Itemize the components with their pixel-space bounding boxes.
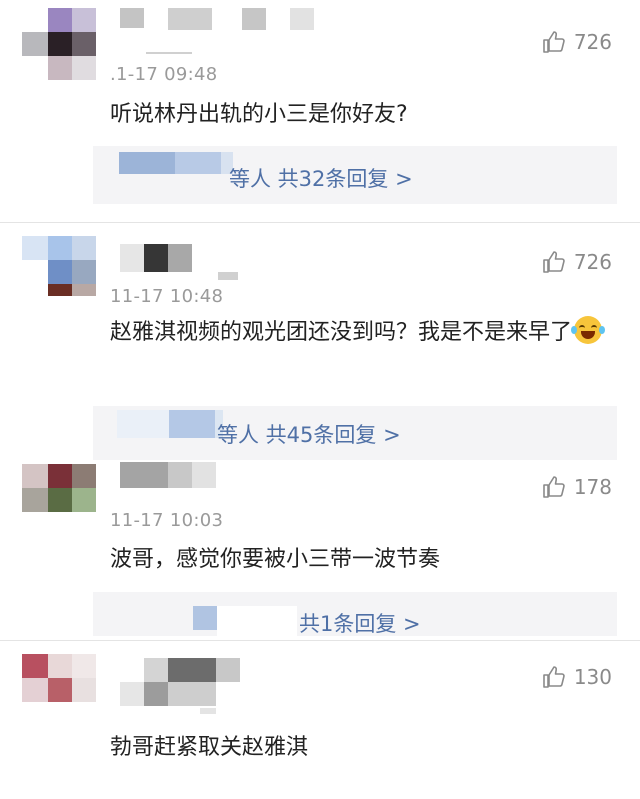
comment-text: 赵雅淇视频的观光团还没到吗？我是不是来早了 bbox=[110, 314, 615, 352]
like-button[interactable]: 726 bbox=[542, 250, 612, 274]
thumbs-up-icon bbox=[543, 476, 565, 498]
avatar[interactable] bbox=[22, 8, 96, 80]
reply-count-link[interactable]: 等人 共32条回复 > bbox=[229, 163, 413, 193]
like-count: 726 bbox=[573, 250, 612, 274]
like-button[interactable]: 726 bbox=[542, 30, 612, 54]
thumbs-up-icon bbox=[543, 666, 565, 688]
reply-box[interactable]: 等人 共45条回复 > bbox=[93, 406, 617, 460]
divider bbox=[0, 222, 640, 223]
divider bbox=[0, 640, 640, 641]
like-count: 726 bbox=[573, 30, 612, 54]
laughing-tears-emoji bbox=[571, 316, 606, 344]
comment-text-content: 赵雅淇视频的观光团还没到吗？我是不是来早了 bbox=[110, 320, 573, 345]
reply-box[interactable]: 等人 共32条回复 > bbox=[93, 146, 617, 204]
thumbs-up-icon bbox=[543, 31, 565, 53]
avatar[interactable] bbox=[22, 464, 96, 536]
reply-count-link[interactable]: 共1条回复 > bbox=[299, 608, 421, 638]
reply-count-link[interactable]: 等人 共45条回复 > bbox=[217, 419, 401, 449]
like-button[interactable]: 178 bbox=[542, 475, 612, 499]
comment-time: .1-17 09:48 bbox=[110, 64, 218, 85]
comment-text: 勃哥赶紧取关赵雅淇 bbox=[110, 735, 309, 760]
like-count: 178 bbox=[573, 475, 612, 499]
comment-time: 11-17 10:03 bbox=[110, 510, 224, 531]
comment-text: 波哥，感觉你要被小三带一波节奏 bbox=[110, 547, 441, 572]
avatar[interactable] bbox=[22, 654, 96, 726]
like-count: 130 bbox=[573, 665, 612, 689]
avatar[interactable] bbox=[22, 236, 96, 308]
reply-box[interactable]: 共1条回复 > bbox=[93, 592, 617, 636]
comment-time: 11-17 10:48 bbox=[110, 286, 224, 307]
thumbs-up-icon bbox=[543, 251, 565, 273]
like-button[interactable]: 130 bbox=[542, 665, 612, 689]
comment-text: 听说林丹出轨的小三是你好友? bbox=[110, 102, 408, 127]
